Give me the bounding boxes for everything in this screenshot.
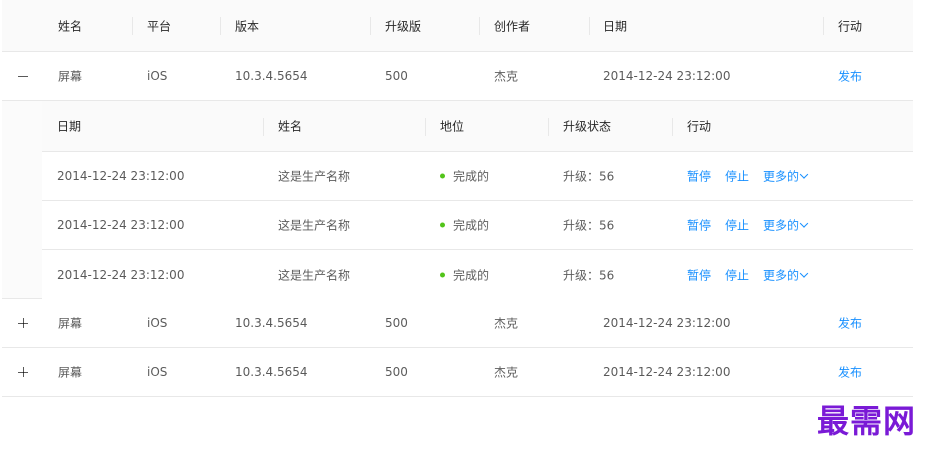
table-row: 屏幕 iOS 10.3.4.5654 500 杰克 2014-12-24 23:…: [2, 52, 913, 101]
cell-name: 屏幕: [58, 365, 83, 380]
column-divider: [263, 118, 264, 136]
cell-platform: iOS: [147, 365, 168, 379]
more-dropdown[interactable]: 更多的: [763, 266, 809, 283]
nested-header-date: 日期: [57, 119, 82, 134]
cell-creator: 杰克: [494, 69, 519, 84]
nested-row: 2014-12-24 23:12:00 这是生产名称 完成的 升级：56 暂停 …: [42, 152, 913, 201]
nested-header-status: 地位: [440, 119, 465, 134]
column-divider: [370, 17, 371, 35]
table-header: 姓名 平台 版本 升级版 创作者 日期 行动: [2, 0, 913, 52]
nested-cell-upgrade: 升级：56: [563, 268, 615, 282]
chevron-down-icon: [799, 268, 809, 278]
cell-platform: iOS: [147, 69, 168, 83]
nested-cell-upgrade: 升级：56: [563, 218, 615, 233]
publish-link[interactable]: 发布: [838, 315, 862, 332]
more-label: 更多的: [763, 169, 800, 184]
cell-version: 10.3.4.5654: [235, 69, 308, 83]
cell-platform: iOS: [147, 316, 168, 330]
more-dropdown[interactable]: 更多的: [763, 217, 809, 234]
nested-cell-name: 这是生产名称: [278, 218, 351, 233]
column-divider: [672, 118, 673, 136]
nested-row: 2014-12-24 23:12:00 这是生产名称 完成的 升级：56 暂停 …: [42, 250, 913, 299]
nested-cell-status: 完成的: [440, 266, 489, 283]
collapse-icon[interactable]: [18, 71, 28, 81]
header-date: 日期: [603, 19, 628, 33]
cell-upgrade: 500: [385, 316, 408, 330]
success-dot-icon: [440, 173, 445, 179]
stop-link[interactable]: 停止: [725, 168, 749, 185]
chevron-down-icon: [799, 170, 809, 179]
cell-version: 10.3.4.5654: [235, 316, 308, 330]
nested-table: 日期 姓名 地位 升级状态 行动 2014-12-24 23:12:00 这是生…: [42, 101, 913, 299]
success-dot-icon: [440, 272, 445, 277]
cell-date: 2014-12-24 23:12:00: [603, 316, 731, 330]
more-label: 更多的: [763, 268, 800, 282]
publish-link[interactable]: 发布: [838, 68, 862, 85]
column-divider: [589, 17, 590, 35]
nested-cell-date: 2014-12-24 23:12:00: [57, 169, 185, 183]
header-version: 版本: [235, 19, 260, 33]
column-divider: [548, 118, 549, 136]
expand-icon[interactable]: [18, 318, 28, 328]
header-upgrade: 升级版: [385, 19, 422, 33]
nested-row: 2014-12-24 23:12:00 这是生产名称 完成的 升级：56 暂停 …: [42, 201, 913, 250]
nested-header-name: 姓名: [278, 119, 303, 134]
nested-cell-date: 2014-12-24 23:12:00: [57, 218, 185, 232]
cell-creator: 杰克: [494, 316, 519, 331]
table-row: 屏幕 iOS 10.3.4.5654 500 杰克 2014-12-24 23:…: [2, 299, 913, 348]
watermark-logo: 最需网: [817, 402, 917, 440]
cell-name: 屏幕: [58, 316, 83, 331]
status-text: 完成的: [453, 268, 490, 282]
cell-creator: 杰克: [494, 365, 519, 380]
pause-link[interactable]: 暂停: [687, 217, 711, 234]
cell-date: 2014-12-24 23:12:00: [603, 365, 731, 379]
publish-link[interactable]: 发布: [838, 364, 862, 381]
more-dropdown[interactable]: 更多的: [763, 168, 809, 185]
nested-header: 日期 姓名 地位 升级状态 行动: [42, 101, 913, 152]
column-divider: [220, 17, 221, 35]
header-name: 姓名: [58, 19, 83, 33]
nested-header-upgrade-status: 升级状态: [563, 119, 612, 134]
header-platform: 平台: [147, 19, 172, 33]
nested-cell-date: 2014-12-24 23:12:00: [57, 267, 185, 282]
expanded-row: 日期 姓名 地位 升级状态 行动 2014-12-24 23:12:00 这是生…: [2, 101, 913, 299]
cell-version: 10.3.4.5654: [235, 365, 308, 379]
cell-date: 2014-12-24 23:12:00: [603, 69, 731, 83]
stop-link[interactable]: 停止: [725, 217, 749, 234]
nested-cell-upgrade: 升级：56: [563, 169, 615, 184]
cell-name: 屏幕: [58, 69, 83, 84]
more-label: 更多的: [763, 218, 800, 233]
status-text: 完成的: [453, 218, 490, 233]
nested-cell-name: 这是生产名称: [278, 169, 351, 184]
nested-header-action: 行动: [687, 119, 712, 134]
pause-link[interactable]: 暂停: [687, 266, 711, 283]
nested-cell-status: 完成的: [440, 168, 489, 185]
nested-cell-status: 完成的: [440, 217, 489, 234]
status-text: 完成的: [453, 169, 490, 184]
column-divider: [479, 17, 480, 35]
cell-upgrade: 500: [385, 365, 408, 379]
pause-link[interactable]: 暂停: [687, 168, 711, 185]
chevron-down-icon: [799, 219, 809, 228]
column-divider: [425, 118, 426, 136]
column-divider: [823, 17, 824, 35]
nested-cell-name: 这是生产名称: [278, 268, 351, 282]
success-dot-icon: [440, 222, 445, 228]
header-action: 行动: [838, 19, 863, 33]
cell-upgrade: 500: [385, 69, 408, 83]
stop-link[interactable]: 停止: [725, 266, 749, 283]
expand-icon[interactable]: [18, 367, 28, 377]
header-creator: 创作者: [494, 19, 531, 33]
column-divider: [132, 17, 133, 35]
table-row: 屏幕 iOS 10.3.4.5654 500 杰克 2014-12-24 23:…: [2, 348, 913, 397]
releases-table: 姓名 平台 版本 升级版 创作者 日期 行动 屏幕 iOS 10.3.4.565…: [2, 0, 913, 397]
